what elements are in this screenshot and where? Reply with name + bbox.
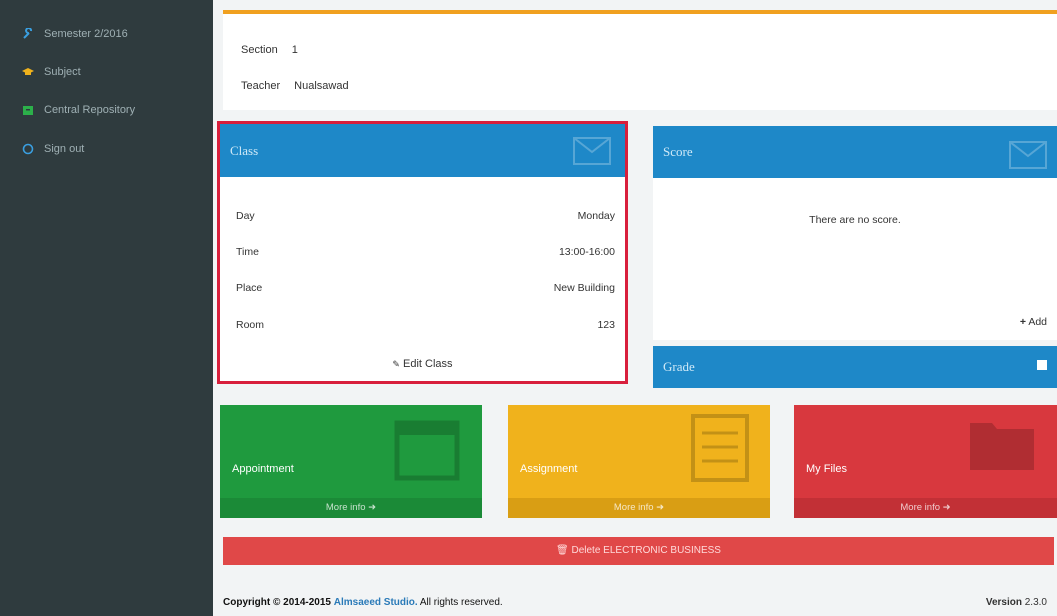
add-label: Add xyxy=(1028,316,1047,328)
copyright-prefix: Copyright © 2014-2015 xyxy=(223,597,331,608)
section-label: Section xyxy=(241,44,278,56)
score-panel: Score There are no score. + Add xyxy=(653,126,1057,340)
teacher-value: Nualsawad xyxy=(294,80,349,92)
version-value: 2.3.0 xyxy=(1024,597,1047,608)
edit-icon: ✎ xyxy=(392,359,400,369)
room-row: Room 123 xyxy=(236,319,615,331)
sidebar-item-label: Central Repository xyxy=(44,104,136,116)
graduation-cap-icon xyxy=(22,66,34,78)
class-panel: Class Day Monday Time 13:00-16:00 Place … xyxy=(217,121,628,384)
place-label: Place xyxy=(236,282,263,294)
version-info: Version 2.3.0 xyxy=(986,597,1047,608)
footer: Copyright © 2014-2015 Almsaeed Studio. A… xyxy=(213,585,1057,616)
trash-icon: 🗑 xyxy=(556,545,569,556)
delete-subject-button[interactable]: 🗑 Delete ELECTRONIC BUSINESS xyxy=(223,537,1054,565)
score-title: Score xyxy=(663,144,693,159)
arrow-circle-right-icon: ➜ xyxy=(942,502,951,513)
section-row: Section 1 xyxy=(241,44,298,56)
score-header: Score xyxy=(653,126,1057,178)
course-info-panel: Section 1 Teacher Nualsawad xyxy=(223,14,1057,110)
day-label: Day xyxy=(236,210,255,222)
copyright-suffix: All rights reserved. xyxy=(419,597,503,608)
wrench-icon xyxy=(22,27,34,40)
sidebar-item-central-repository[interactable]: Central Repository xyxy=(22,100,135,120)
section-value: 1 xyxy=(291,44,298,56)
delete-label: Delete ELECTRONIC BUSINESS xyxy=(571,545,721,556)
place-row: Place New Building xyxy=(236,282,615,294)
calendar-icon xyxy=(392,413,462,488)
arrow-circle-right-icon: ➜ xyxy=(656,502,665,513)
time-row: Time 13:00-16:00 xyxy=(236,246,615,258)
place-value: New Building xyxy=(553,282,615,294)
list-icon xyxy=(690,413,750,488)
appointment-more-info-link[interactable]: More info ➜ xyxy=(220,498,482,518)
sidebar-item-label: Subject xyxy=(44,66,81,78)
circle-icon xyxy=(22,143,34,155)
day-value: Monday xyxy=(577,210,615,222)
no-score-text: There are no score. xyxy=(809,214,901,226)
edit-class-button[interactable]: ✎ Edit Class xyxy=(220,358,625,370)
class-title: Class xyxy=(230,142,259,158)
copyright-text: Copyright © 2014-2015 Almsaeed Studio. A… xyxy=(223,597,503,608)
teacher-row: Teacher Nualsawad xyxy=(241,80,349,92)
day-row: Day Monday xyxy=(236,210,615,222)
sidebar-item-label: Sign out xyxy=(44,143,85,155)
more-info-label: More info xyxy=(325,502,366,513)
version-label: Version xyxy=(985,597,1022,608)
brand-link[interactable]: Almsaeed Studio. xyxy=(334,597,418,608)
assignment-more-info-link[interactable]: More info ➜ xyxy=(508,498,770,518)
teacher-label: Teacher xyxy=(241,80,281,92)
more-info-label: More info xyxy=(900,502,940,513)
add-score-button[interactable]: + Add xyxy=(1020,316,1047,328)
edit-class-label: Edit Class xyxy=(403,358,453,370)
folder-icon xyxy=(967,413,1037,478)
edit-icon[interactable] xyxy=(1037,360,1047,370)
envelope-icon xyxy=(1009,136,1047,174)
sidebar: Semester 2/2016 Subject Central Reposito… xyxy=(0,0,213,616)
room-label: Room xyxy=(236,319,265,331)
time-label: Time xyxy=(236,246,259,258)
archive-icon xyxy=(22,104,34,116)
appointment-title: Appointment xyxy=(232,463,294,475)
arrow-circle-right-icon: ➜ xyxy=(368,502,377,513)
class-header: Class xyxy=(220,124,625,177)
my-files-title: My Files xyxy=(806,463,847,475)
grade-title: Grade xyxy=(663,359,695,374)
appointment-tile[interactable]: Appointment More info ➜ xyxy=(220,405,482,518)
assignment-title: Assignment xyxy=(520,463,578,475)
sidebar-item-label: Semester 2/2016 xyxy=(44,28,128,40)
plus-icon: + xyxy=(1019,316,1026,328)
my-files-tile[interactable]: My Files More info ➜ xyxy=(794,405,1057,518)
my-files-more-info-link[interactable]: More info ➜ xyxy=(794,498,1057,518)
time-value: 13:00-16:00 xyxy=(558,246,615,258)
assignment-tile[interactable]: Assignment More info ➜ xyxy=(508,405,770,518)
sidebar-item-semester[interactable]: Semester 2/2016 xyxy=(22,24,128,44)
main-content: Section 1 Teacher Nualsawad Class Day Mo… xyxy=(213,0,1057,616)
grade-panel[interactable]: Grade xyxy=(653,346,1057,388)
room-value: 123 xyxy=(597,319,615,331)
sidebar-item-subject[interactable]: Subject xyxy=(22,62,81,82)
sidebar-item-sign-out[interactable]: Sign out xyxy=(22,139,84,159)
envelope-icon xyxy=(573,132,611,170)
more-info-label: More info xyxy=(613,502,654,513)
